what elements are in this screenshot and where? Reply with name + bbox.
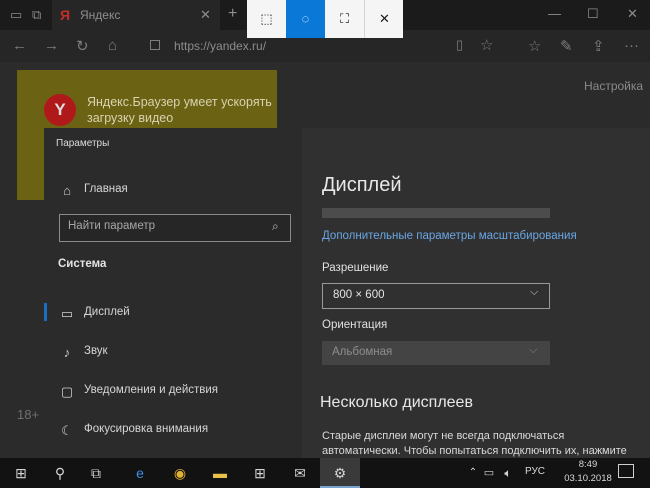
window-title: Параметры bbox=[56, 138, 110, 149]
orientation-select[interactable]: Альбомная ⌵ bbox=[322, 341, 550, 365]
promo-text: Яндекс.Браузер умеет ускорять загрузку в… bbox=[87, 95, 272, 125]
nav-item-label: Уведомления и действия bbox=[84, 384, 219, 396]
freeform-snip-button[interactable]: ◌ bbox=[286, 0, 325, 38]
fullscreen-snip-button[interactable]: ⛶ bbox=[325, 0, 364, 38]
back-icon[interactable]: ← bbox=[12, 37, 27, 54]
pen-icon[interactable]: ✎ bbox=[560, 37, 573, 55]
minimize-button[interactable]: — bbox=[548, 6, 561, 21]
scale-select-partial[interactable] bbox=[322, 208, 550, 218]
moon-icon: ☾ bbox=[61, 423, 73, 438]
chevron-down-icon: ⌵ bbox=[529, 344, 538, 356]
multi-display-description: Старые дисплеи могут не всегда подключат… bbox=[322, 430, 627, 457]
chevron-down-icon: ⌵ bbox=[530, 286, 539, 298]
clock-date[interactable]: 03.10.2018 bbox=[558, 473, 618, 484]
folder-icon: ▬ bbox=[213, 465, 227, 481]
favorite-star-icon[interactable]: ☆ bbox=[480, 36, 493, 54]
tab-aside-icon[interactable]: ⧉ bbox=[32, 7, 41, 23]
reading-view-icon[interactable]: ▯ bbox=[456, 37, 463, 53]
yandex-browser-logo-icon: Y bbox=[44, 94, 76, 126]
resolution-label: Разрешение bbox=[322, 262, 389, 274]
nav-item-label: Звук bbox=[84, 345, 108, 357]
task-view-button[interactable]: ⧉ bbox=[78, 458, 114, 488]
mail-icon: ✉ bbox=[294, 465, 306, 481]
tab-title: Яндекс bbox=[80, 8, 121, 22]
start-button[interactable]: ⊞ bbox=[0, 458, 42, 488]
chevron-up-icon[interactable]: ⌃ bbox=[466, 458, 480, 488]
snip-toolbar: ⬚ ◌ ⛶ ✕ bbox=[247, 0, 403, 38]
search-icon[interactable]: ⌕ bbox=[272, 219, 279, 234]
notification-center-icon[interactable] bbox=[618, 464, 634, 478]
maximize-button[interactable]: ☐ bbox=[587, 6, 599, 22]
network-icon[interactable]: ▭ bbox=[482, 458, 496, 488]
search-icon: ⚲ bbox=[54, 465, 66, 481]
settings-sidebar: Параметры ⌂ Главная Найти параметр ⌕ Сис… bbox=[44, 128, 302, 458]
monitor-icon: ▭ bbox=[60, 306, 74, 321]
notification-icon: ▢ bbox=[60, 384, 74, 399]
home-icon: ⌂ bbox=[63, 183, 71, 198]
store-icon: ⊞ bbox=[254, 465, 266, 481]
nav-item-notifications[interactable]: ▢ Уведомления и действия bbox=[44, 377, 302, 405]
snip-close-button[interactable]: ✕ bbox=[364, 0, 404, 38]
close-icon: ✕ bbox=[379, 11, 390, 26]
chrome-icon: ◉ bbox=[173, 465, 187, 481]
search-input[interactable]: Найти параметр bbox=[68, 220, 155, 232]
taskbar-edge[interactable]: e bbox=[120, 458, 160, 488]
language-indicator[interactable]: РУС bbox=[525, 466, 545, 477]
resolution-value: 800 × 600 bbox=[333, 289, 385, 301]
new-tab-button[interactable]: + bbox=[228, 5, 237, 23]
tab-yandex[interactable]: Я Яндекс ✕ bbox=[52, 0, 220, 30]
age-badge: 18+ bbox=[17, 407, 40, 422]
gear-icon: ⚙ bbox=[333, 465, 347, 481]
orientation-label: Ориентация bbox=[322, 319, 388, 331]
page-title: Дисплей bbox=[322, 174, 402, 196]
rectangular-snip-button[interactable]: ⬚ bbox=[247, 0, 286, 38]
taskbar-explorer[interactable]: ▬ bbox=[200, 458, 240, 488]
nav-item-label: Дисплей bbox=[84, 306, 130, 318]
advanced-scaling-link[interactable]: Дополнительные параметры масштабирования bbox=[322, 230, 577, 242]
close-button[interactable]: ✕ bbox=[627, 6, 638, 22]
task-view-icon: ⧉ bbox=[91, 465, 101, 481]
nav-home-label: Главная bbox=[84, 183, 128, 195]
address-input[interactable]: https://yandex.ru/ bbox=[174, 39, 266, 53]
clock-time[interactable]: 8:49 bbox=[570, 459, 606, 470]
speaker-icon: ♪ bbox=[63, 345, 71, 360]
taskbar-chrome[interactable]: ◉ bbox=[160, 458, 200, 488]
search-button[interactable]: ⚲ bbox=[42, 458, 78, 488]
taskbar: ⊞ ⚲ ⧉ e ◉ ▬ ⊞ ✉ ⚙ ⌃ ▭ 🔈︎ РУС 8:49 03.10.… bbox=[0, 458, 650, 488]
favorites-hub-icon[interactable]: ☆ bbox=[528, 37, 541, 55]
nav-item-label: Фокусировка внимания bbox=[84, 423, 209, 435]
more-icon[interactable]: ··· bbox=[624, 37, 639, 54]
lock-icon bbox=[150, 40, 160, 50]
yandex-logo-icon: Я bbox=[60, 7, 71, 23]
fullscreen-snip-icon: ⛶ bbox=[339, 11, 350, 26]
taskbar-settings[interactable]: ⚙ bbox=[320, 458, 360, 488]
resolution-select[interactable]: 800 × 600 ⌵ bbox=[322, 283, 550, 309]
refresh-icon[interactable]: ↻ bbox=[76, 37, 89, 55]
tab-preview-icon[interactable]: ▭ bbox=[10, 7, 22, 23]
section-heading-multi-display: Несколько дисплеев bbox=[320, 394, 473, 411]
edge-icon: e bbox=[136, 465, 144, 481]
settings-content: Дисплей Дополнительные параметры масштаб… bbox=[302, 128, 650, 458]
share-icon[interactable]: ⇪ bbox=[592, 37, 605, 55]
section-heading: Система bbox=[58, 258, 107, 270]
search-box[interactable]: Найти параметр ⌕ bbox=[59, 214, 291, 242]
volume-icon[interactable]: 🔈︎ bbox=[500, 458, 516, 488]
nav-item-display[interactable]: ▭ Дисплей bbox=[44, 299, 302, 327]
nav-item-focus[interactable]: ☾ Фокусировка внимания bbox=[44, 416, 302, 444]
tab-close-icon[interactable]: ✕ bbox=[200, 7, 211, 23]
rectangle-snip-icon: ⬚ bbox=[260, 11, 273, 26]
nav-item-sound[interactable]: ♪ Звук bbox=[44, 338, 302, 366]
home-icon[interactable]: ⌂ bbox=[108, 37, 117, 54]
settings-window: Параметры ⌂ Главная Найти параметр ⌕ Сис… bbox=[44, 128, 650, 458]
taskbar-mail[interactable]: ✉ bbox=[280, 458, 320, 488]
freeform-snip-icon: ◌ bbox=[301, 11, 310, 26]
windows-logo-icon: ⊞ bbox=[15, 465, 27, 481]
nav-home[interactable]: ⌂ Главная bbox=[44, 176, 302, 204]
forward-icon[interactable]: → bbox=[44, 37, 59, 54]
taskbar-store[interactable]: ⊞ bbox=[240, 458, 280, 488]
orientation-value: Альбомная bbox=[332, 346, 393, 358]
settings-link[interactable]: Настройка bbox=[584, 79, 643, 93]
